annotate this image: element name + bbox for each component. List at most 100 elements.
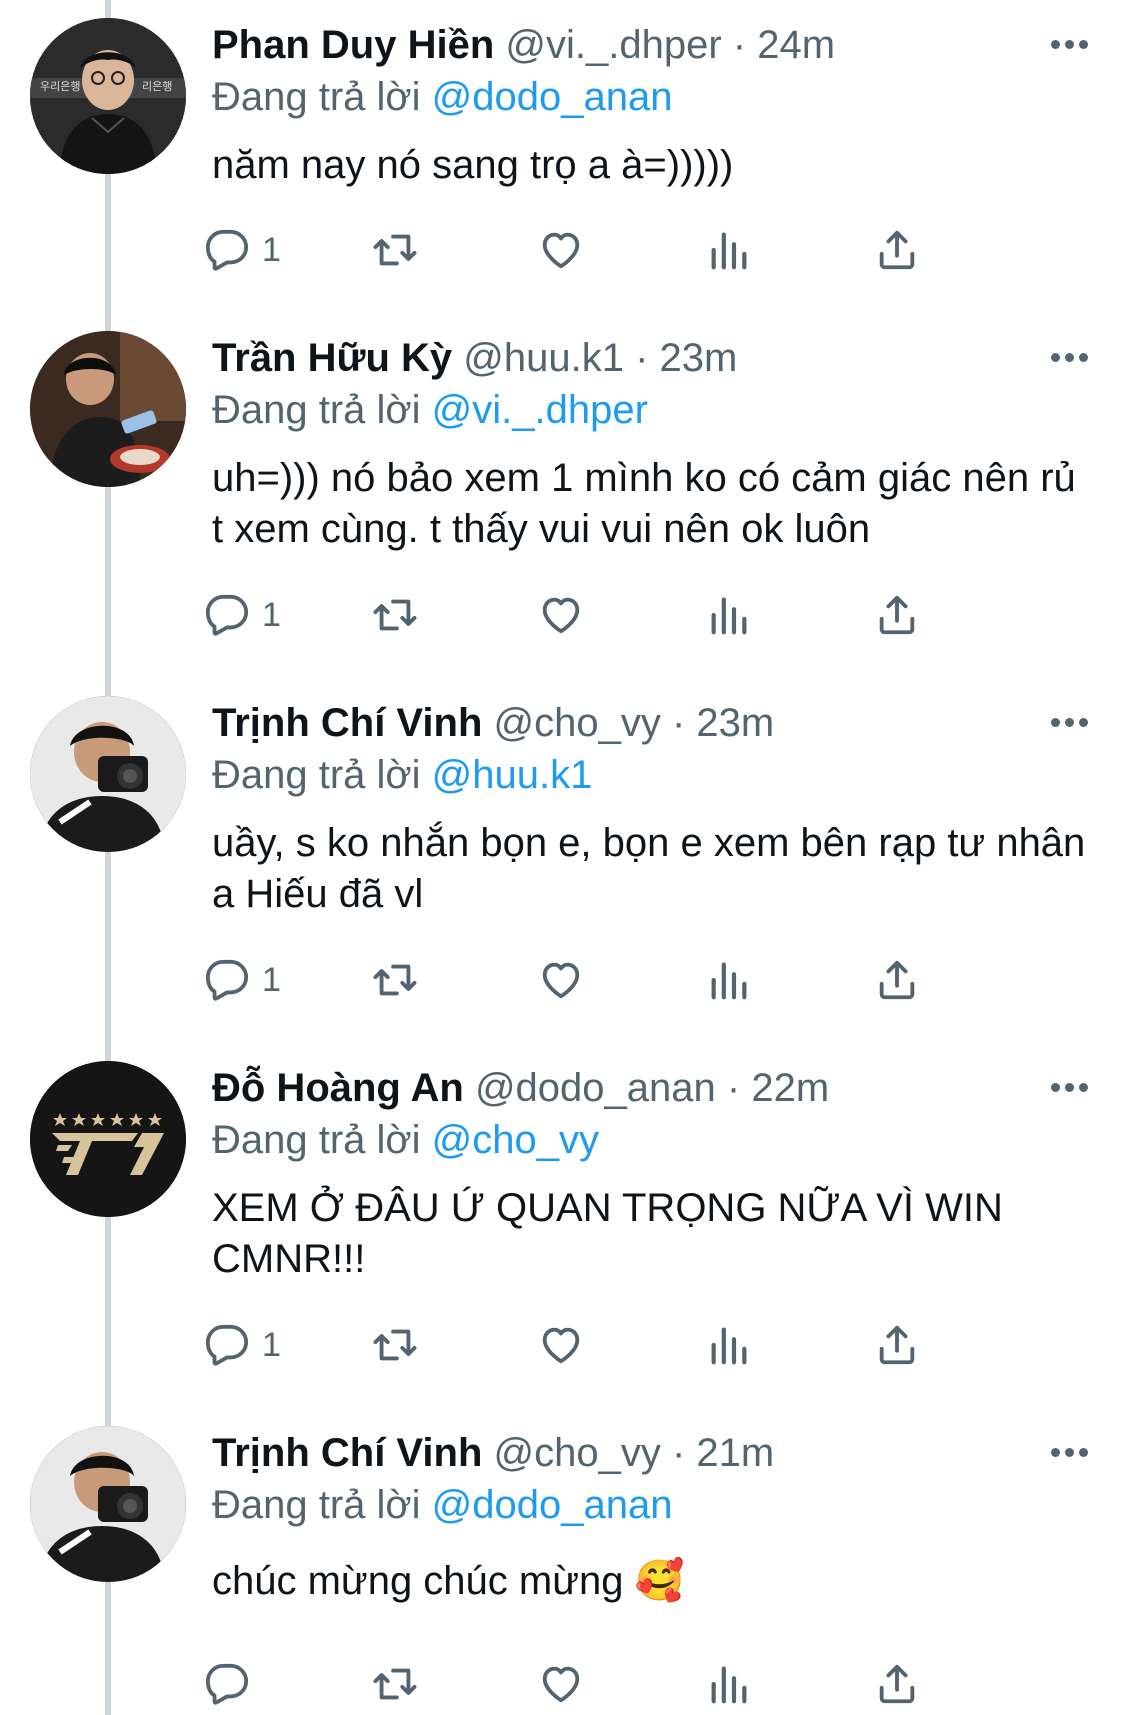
reply-button[interactable]: 1 — [204, 226, 281, 274]
like-button[interactable] — [538, 1321, 584, 1369]
tweet[interactable]: Trịnh Chí Vinh @cho_vy · 21m Đang trả lờ… — [0, 1408, 1125, 1715]
user-handle[interactable]: @cho_vy — [494, 701, 661, 745]
t1-logo-avatar[interactable] — [30, 1061, 186, 1217]
replying-to-label: Đang trả lời — [212, 388, 421, 432]
person-camera-avatar[interactable] — [30, 696, 186, 852]
tweet-text: uầy, s ko nhắn bọn e, bọn e xem bên rạp … — [212, 821, 1086, 916]
user-name[interactable]: Đỗ Hoàng An — [212, 1066, 464, 1110]
views-button[interactable] — [706, 226, 752, 274]
retweet-icon — [372, 1322, 418, 1368]
like-button[interactable] — [538, 591, 584, 639]
reply-button[interactable] — [204, 1660, 262, 1708]
mention-link[interactable]: @vi._.dhper — [432, 388, 648, 432]
person-phone-avatar[interactable] — [30, 331, 186, 487]
user-handle[interactable]: @huu.k1 — [463, 336, 624, 380]
mention-link[interactable]: @dodo_anan — [432, 1483, 673, 1527]
reply-button[interactable]: 1 — [204, 956, 281, 1004]
reply-icon — [204, 227, 250, 273]
user-name[interactable]: Phan Duy Hiền — [212, 23, 494, 67]
tweet-text: uh=))) nó bảo xem 1 mình ko có cảm giác … — [212, 456, 1076, 551]
reply-icon — [204, 592, 250, 638]
views-icon — [706, 592, 752, 638]
more-icon[interactable] — [1049, 716, 1089, 730]
share-icon — [874, 1661, 920, 1707]
user-name[interactable]: Trịnh Chí Vinh — [212, 1431, 482, 1475]
replying-to: Đang trả lời @vi._.dhper — [212, 387, 648, 433]
retweet-icon — [372, 227, 418, 273]
more-icon[interactable] — [1049, 38, 1089, 52]
views-button[interactable] — [706, 1321, 752, 1369]
reply-button[interactable]: 1 — [204, 591, 281, 639]
like-button[interactable] — [538, 226, 584, 274]
tweet-header: Trần Hữu Kỳ @huu.k1 · 23m — [212, 335, 737, 381]
reply-count: 1 — [262, 595, 281, 634]
replying-to-label: Đang trả lời — [212, 1118, 421, 1162]
timestamp[interactable]: 23m — [660, 336, 738, 380]
timestamp[interactable]: 22m — [751, 1066, 829, 1110]
more-icon[interactable] — [1049, 1081, 1089, 1095]
views-icon — [706, 957, 752, 1003]
tweet[interactable]: 우리은행 리은행 Phan Duy Hiền @vi._.dhper · 24m… — [0, 0, 1125, 366]
views-icon — [706, 227, 752, 273]
action-bar: 1 — [212, 591, 1012, 639]
tweet-text: chúc mừng chúc mừng 🥰 — [212, 1559, 685, 1603]
user-name[interactable]: Trần Hữu Kỳ — [212, 336, 452, 380]
like-icon — [538, 957, 584, 1003]
share-button[interactable] — [874, 1321, 920, 1369]
timestamp[interactable]: 23m — [696, 701, 774, 745]
retweet-icon — [372, 957, 418, 1003]
separator-dot: · — [726, 1066, 741, 1110]
timestamp[interactable]: 21m — [696, 1431, 774, 1475]
views-button[interactable] — [706, 591, 752, 639]
tweet-header: Trịnh Chí Vinh @cho_vy · 21m — [212, 1430, 774, 1476]
retweet-button[interactable] — [372, 956, 418, 1004]
reply-icon — [204, 1322, 250, 1368]
reply-icon — [204, 1661, 250, 1707]
user-handle[interactable]: @dodo_anan — [475, 1066, 716, 1110]
retweet-button[interactable] — [372, 1321, 418, 1369]
user-name[interactable]: Trịnh Chí Vinh — [212, 701, 482, 745]
share-icon — [874, 227, 920, 273]
tweet[interactable]: Trần Hữu Kỳ @huu.k1 · 23m Đang trả lời @… — [0, 313, 1125, 679]
mention-link[interactable]: @cho_vy — [432, 1118, 599, 1162]
replying-to: Đang trả lời @cho_vy — [212, 1117, 599, 1163]
reply-count: 1 — [262, 1325, 281, 1364]
retweet-button[interactable] — [372, 1660, 418, 1708]
retweet-button[interactable] — [372, 591, 418, 639]
retweet-icon — [372, 1661, 418, 1707]
mention-link[interactable]: @dodo_anan — [432, 75, 673, 119]
views-icon — [706, 1661, 752, 1707]
retweet-button[interactable] — [372, 226, 418, 274]
like-icon — [538, 1322, 584, 1368]
timestamp[interactable]: 24m — [757, 23, 835, 67]
person-glasses-avatar[interactable]: 우리은행 리은행 — [30, 18, 186, 174]
mention-link[interactable]: @huu.k1 — [432, 753, 593, 797]
more-icon[interactable] — [1049, 1446, 1089, 1460]
views-button[interactable] — [706, 1660, 752, 1708]
tweet[interactable]: Đỗ Hoàng An @dodo_anan · 22m Đang trả lờ… — [0, 1043, 1125, 1409]
person-camera-avatar[interactable] — [30, 1426, 186, 1582]
replying-to: Đang trả lời @dodo_anan — [212, 1482, 673, 1528]
like-icon — [538, 227, 584, 273]
action-bar: 1 — [212, 956, 1012, 1004]
share-button[interactable] — [874, 591, 920, 639]
more-icon[interactable] — [1049, 351, 1089, 365]
like-button[interactable] — [538, 1660, 584, 1708]
tweet-header: Đỗ Hoàng An @dodo_anan · 22m — [212, 1065, 829, 1111]
share-icon — [874, 592, 920, 638]
tweet-text: năm nay nó sang trọ a à=))))) — [212, 143, 734, 187]
reply-count: 1 — [262, 230, 281, 269]
reply-button[interactable]: 1 — [204, 1321, 281, 1369]
tweet[interactable]: Trịnh Chí Vinh @cho_vy · 23m Đang trả lờ… — [0, 678, 1125, 1044]
like-button[interactable] — [538, 956, 584, 1004]
user-handle[interactable]: @cho_vy — [494, 1431, 661, 1475]
share-button[interactable] — [874, 226, 920, 274]
reply-icon — [204, 957, 250, 1003]
views-button[interactable] — [706, 956, 752, 1004]
user-handle[interactable]: @vi._.dhper — [505, 23, 721, 67]
replying-to-label: Đang trả lời — [212, 753, 421, 797]
reply-count: 1 — [262, 960, 281, 999]
separator-dot: · — [635, 336, 649, 380]
share-button[interactable] — [874, 956, 920, 1004]
share-button[interactable] — [874, 1660, 920, 1708]
